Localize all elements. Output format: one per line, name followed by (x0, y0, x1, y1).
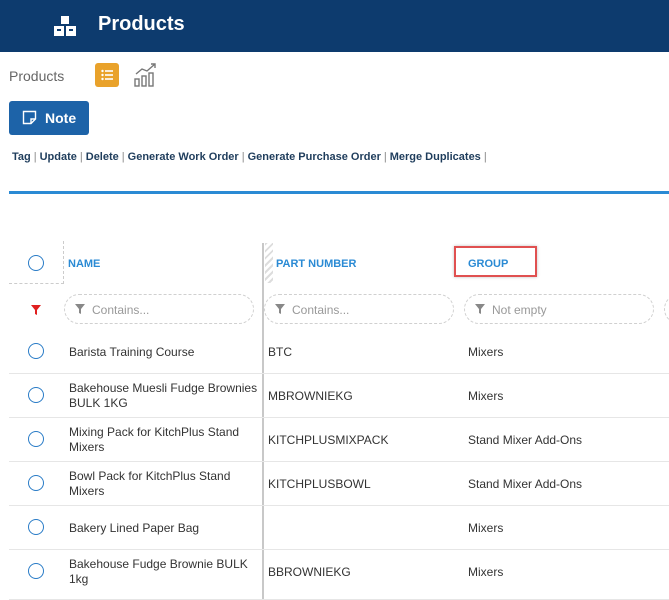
separator: | (241, 151, 245, 163)
table-row[interactable]: Bakehouse Muesli Fudge Brownies BULK 1KG… (9, 374, 669, 418)
product-name[interactable]: Bakehouse Fudge Brownie BULK 1kg (69, 557, 254, 587)
active-filter-icon[interactable] (31, 305, 41, 315)
row-checkbox[interactable] (28, 343, 44, 359)
select-all-checkbox[interactable] (28, 255, 44, 271)
column-header-part-number[interactable]: PART NUMBER (276, 258, 356, 270)
part-number: KITCHPLUSBOWL (268, 477, 371, 491)
table-row[interactable]: Bowl Pack for KitchPlus Stand Mixers KIT… (9, 462, 669, 506)
part-number: BTC (268, 345, 292, 359)
separator: | (121, 151, 125, 163)
product-name[interactable]: Bakehouse Muesli Fudge Brownies BULK 1KG (69, 381, 261, 411)
part-number: BBROWNIEKG (268, 565, 351, 579)
breadcrumb[interactable]: Products (9, 68, 64, 84)
part-number: KITCHPLUSMIXPACK (268, 433, 389, 447)
note-button-label: Note (45, 110, 77, 126)
group-name: Mixers (468, 565, 504, 579)
product-name[interactable]: Mixing Pack for KitchPlus Stand Mixers (69, 425, 254, 455)
note-icon (22, 110, 37, 125)
generate-work-order-link[interactable]: Generate Work Order (128, 151, 239, 163)
part-number-filter-placeholder: Contains... (292, 303, 350, 317)
table-row[interactable]: Bakery Lined Paper Bag Mixers (9, 506, 669, 550)
column-header-name[interactable]: NAME (68, 258, 100, 270)
top-bar: Products (0, 0, 669, 52)
name-filter-input[interactable]: Contains... (64, 294, 254, 324)
separator: | (383, 151, 387, 163)
group-name: Mixers (468, 521, 504, 535)
row-checkbox[interactable] (28, 431, 44, 447)
group-filter-input[interactable]: Not empty (464, 294, 654, 324)
filter-icon (75, 304, 85, 314)
row-checkbox[interactable] (28, 475, 44, 491)
row-checkbox[interactable] (28, 387, 44, 403)
part-number: MBROWNIEKG (268, 389, 353, 403)
name-filter-placeholder: Contains... (92, 303, 150, 317)
row-checkbox[interactable] (28, 563, 44, 579)
group-name: Stand Mixer Add-Ons (468, 477, 583, 491)
filter-icon (275, 304, 285, 314)
product-name[interactable]: Bakery Lined Paper Bag (69, 521, 259, 536)
action-links: Tag | Update | Delete | Generate Work Order | Ge… (12, 151, 490, 163)
merge-duplicates-link[interactable]: Merge Duplicates (390, 151, 481, 163)
separator: | (483, 151, 487, 163)
chart-view-button[interactable] (133, 62, 159, 88)
table-row[interactable]: Bakehouse Fudge Brownie BULK 1kg BBROWNI… (9, 550, 669, 600)
separator: | (79, 151, 83, 163)
list-view-button[interactable] (95, 63, 119, 87)
table-row[interactable]: Mixing Pack for KitchPlus Stand Mixers K… (9, 418, 669, 462)
boxes-icon (54, 16, 76, 36)
separator: | (33, 151, 37, 163)
group-name: Mixers (468, 389, 504, 403)
group-name: Mixers (468, 345, 504, 359)
filter-icon (475, 304, 485, 314)
row-checkbox[interactable] (28, 519, 44, 535)
generate-purchase-order-link[interactable]: Generate Purchase Order (248, 151, 381, 163)
delete-link[interactable]: Delete (86, 151, 119, 163)
group-header-highlight (454, 246, 537, 277)
chart-icon (134, 63, 156, 87)
update-link[interactable]: Update (40, 151, 77, 163)
group-name: Stand Mixer Add-Ons (468, 433, 583, 447)
tag-link[interactable]: Tag (12, 151, 31, 163)
list-icon (101, 69, 113, 81)
part-number-filter-input[interactable]: Contains... (264, 294, 454, 324)
page-title: Products (98, 13, 185, 35)
product-name[interactable]: Barista Training Course (69, 345, 259, 360)
product-name[interactable]: Bowl Pack for KitchPlus Stand Mixers (69, 469, 254, 499)
group-filter-value: Not empty (492, 303, 547, 317)
note-button[interactable]: Note (9, 101, 89, 135)
column-resize-handle[interactable] (265, 243, 273, 283)
table-row[interactable]: Barista Training Course BTC Mixers (9, 330, 669, 374)
